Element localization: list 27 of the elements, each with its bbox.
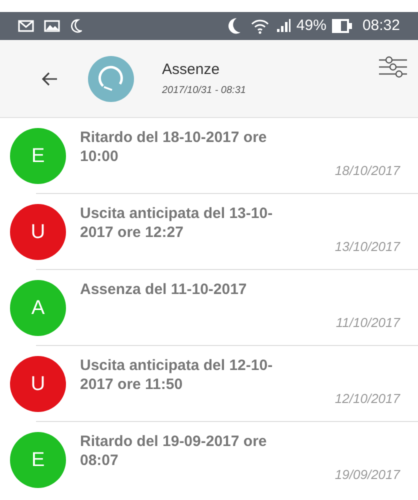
screen-subtitle: 2017/10/31 - 08:31 xyxy=(162,84,246,98)
signal-icon xyxy=(276,19,292,33)
battery-icon xyxy=(332,19,352,33)
item-date: 11/10/2017 xyxy=(336,314,400,332)
letter-avatar: A xyxy=(10,280,66,336)
item-title: Ritardo del 19-09-2017 ore 08:07 xyxy=(80,432,268,470)
screen-title: Assenze xyxy=(162,60,221,80)
mail-icon xyxy=(18,20,34,32)
moon-icon xyxy=(70,19,82,33)
filter-button[interactable] xyxy=(378,54,408,78)
letter-avatar: E xyxy=(10,432,66,488)
battery-percentage: 49% xyxy=(296,16,326,36)
letter-avatar: U xyxy=(10,204,66,260)
item-date: 19/09/2017 xyxy=(334,466,400,484)
clock-time: 08:32 xyxy=(362,16,400,36)
picture-icon xyxy=(44,20,60,32)
item-title: Uscita anticipata del 12-10-2017 ore 11:50 xyxy=(80,356,274,394)
item-date: 18/10/2017 xyxy=(334,162,400,180)
item-date: 13/10/2017 xyxy=(334,238,400,256)
item-title: Uscita anticipata del 13-10-2017 ore 12:27 xyxy=(80,204,274,242)
moon-icon xyxy=(226,17,242,35)
item-title: Assenza del 11-10-2017 xyxy=(80,280,248,299)
item-date: 12/10/2017 xyxy=(334,390,400,408)
letter-avatar: E xyxy=(10,128,66,184)
item-title: Ritardo del 18-10-2017 ore 10:00 xyxy=(80,128,268,166)
wifi-icon xyxy=(250,18,270,34)
letter-avatar: U xyxy=(10,356,66,412)
